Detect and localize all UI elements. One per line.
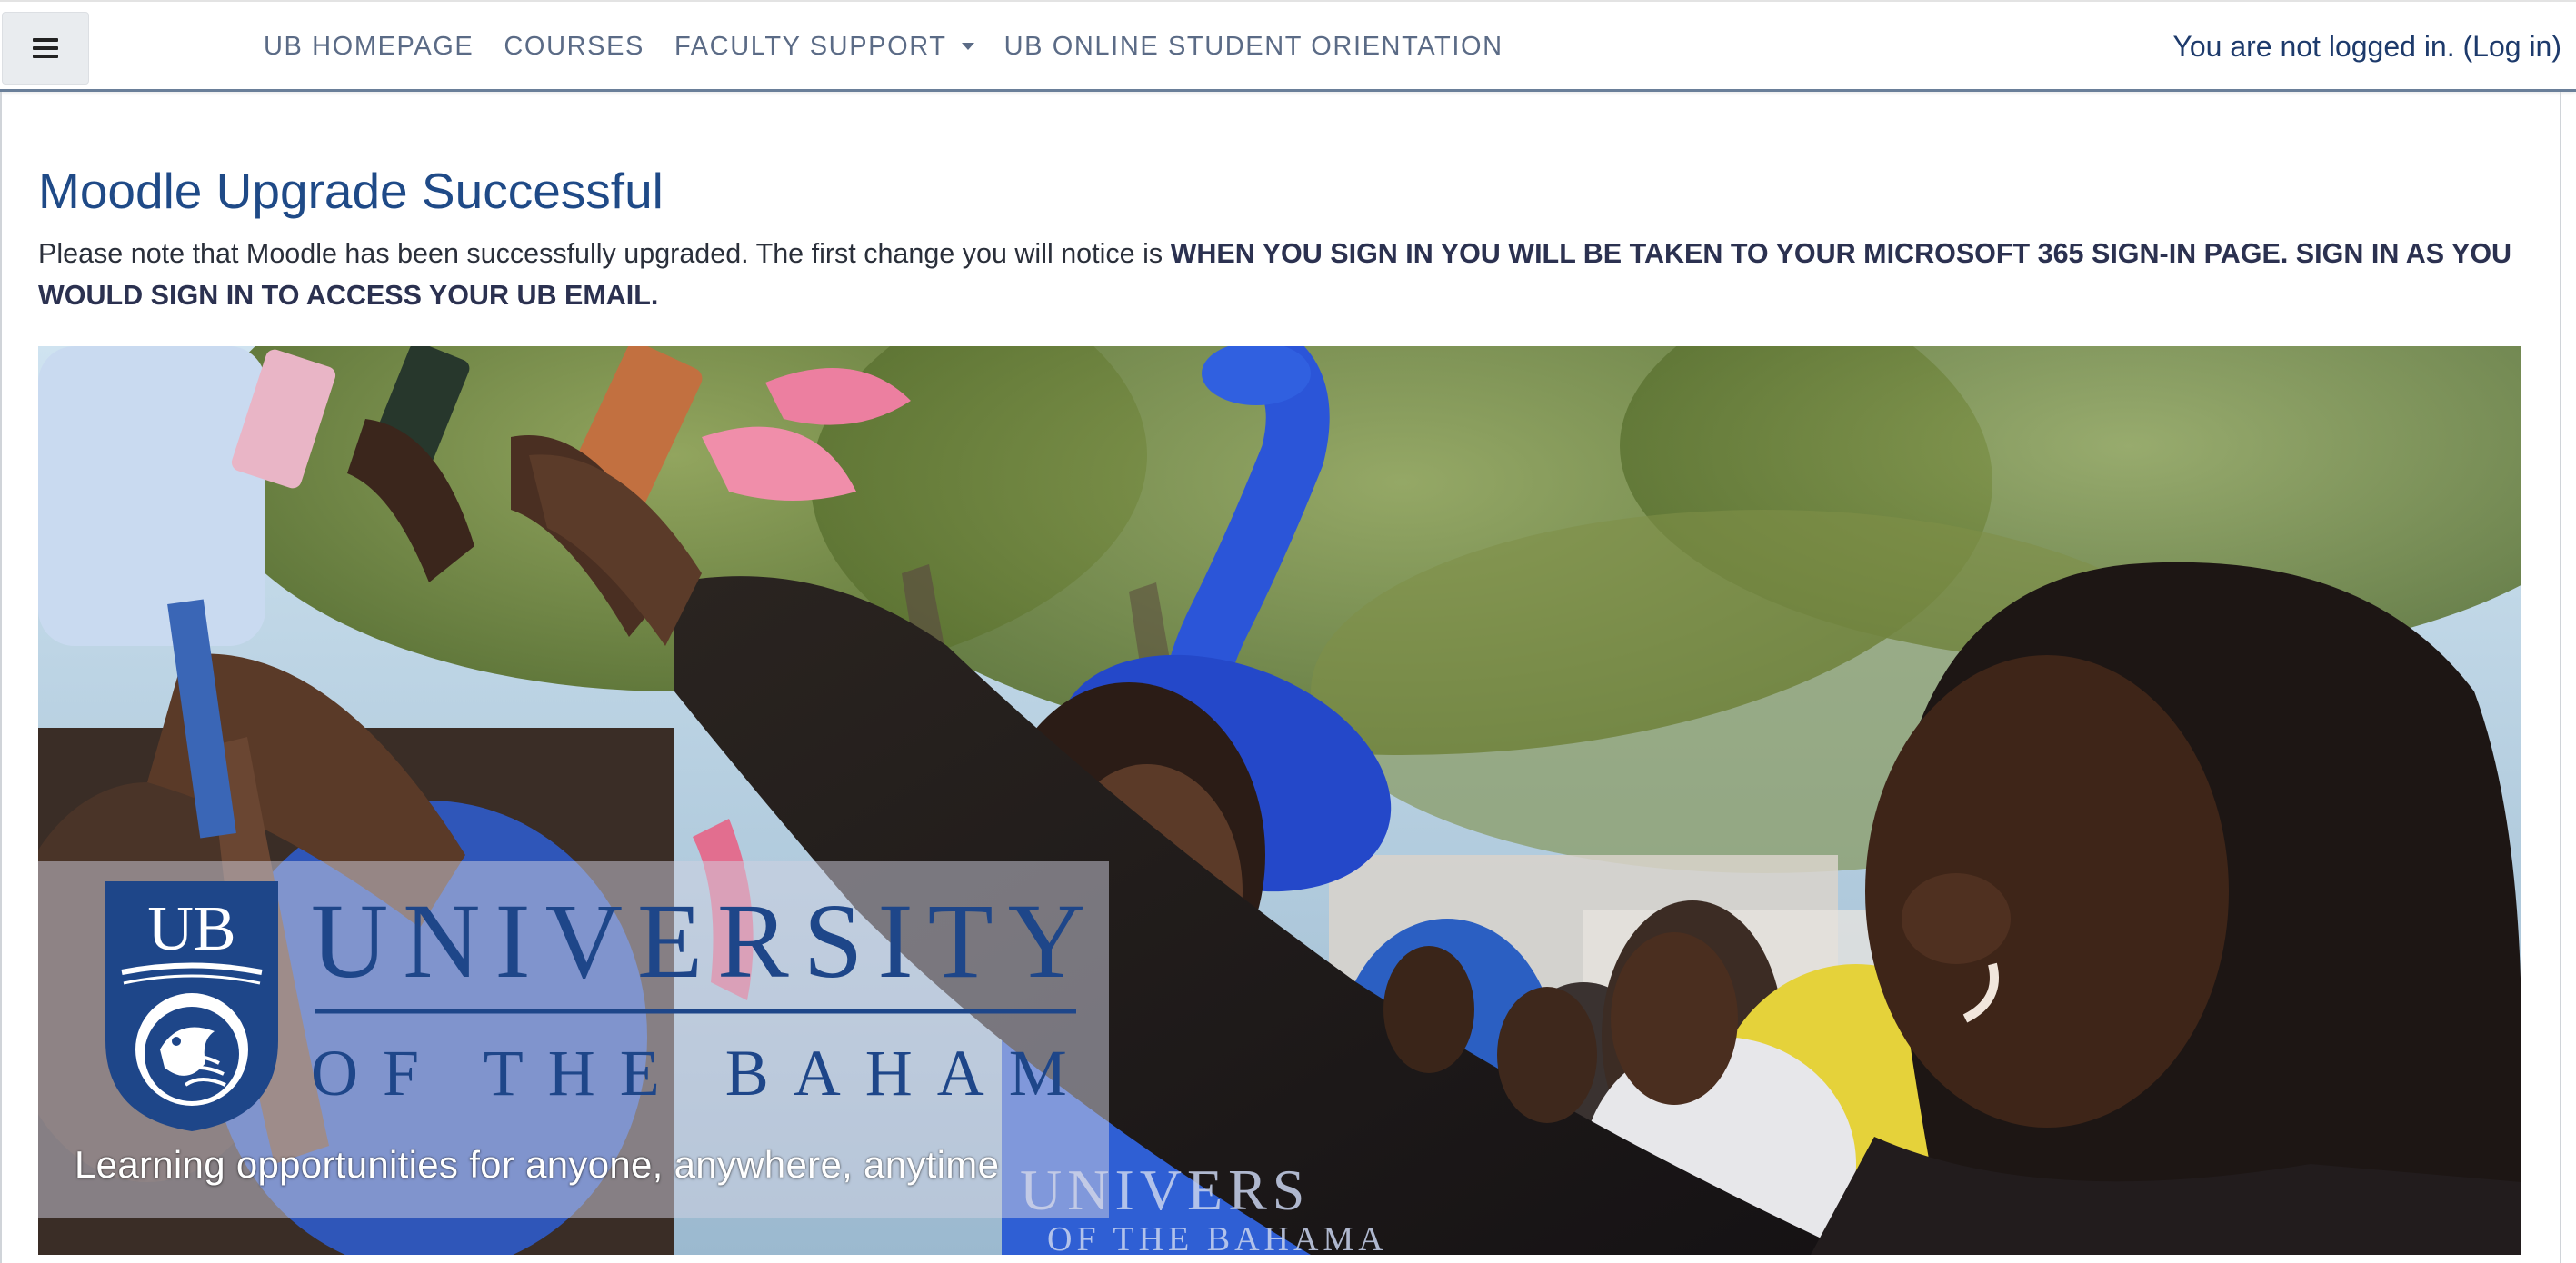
primary-nav: UB HOMEPAGE COURSES FACULTY SUPPORT UB O… <box>264 2 1533 91</box>
nav-link-courses[interactable]: COURSES <box>504 32 644 62</box>
login-status-text: You are not logged in. ( <box>2172 29 2473 63</box>
top-navbar: UB HOMEPAGE COURSES FACULTY SUPPORT UB O… <box>0 0 2576 92</box>
ub-seal-logo: UB <box>105 881 278 1131</box>
logo-overlay-panel: UB UNIVERSITY OF THE BAHAMAS Learning op… <box>38 861 1109 1218</box>
wordmark-line2: OF THE BAHAMAS <box>311 1037 1083 1109</box>
upgrade-notice: Please note that Moodle has been success… <box>38 233 2529 316</box>
nav-link-student-orientation[interactable]: UB ONLINE STUDENT ORIENTATION <box>1004 32 1503 62</box>
wordmark-line1: UNIVERSITY <box>311 890 1083 1000</box>
login-status-suffix: ) <box>2551 29 2561 63</box>
nav-dropdown-label: FACULTY SUPPORT <box>674 31 947 61</box>
login-link[interactable]: Log in <box>2472 30 2551 64</box>
hero-banner: UNIVERS OF THE BAHAMA UB UNIVERSITY OF T… <box>38 346 2521 1255</box>
banner-tagline: Learning opportunities for anyone, anywh… <box>75 1143 1000 1186</box>
login-info: You are not logged in. (Log in) <box>2172 2 2561 91</box>
university-wordmark: UNIVERSITY OF THE BAHAMAS <box>311 890 1083 1109</box>
caret-down-icon <box>961 43 974 50</box>
hamburger-icon <box>33 38 58 58</box>
svg-text:UB: UB <box>147 894 235 964</box>
page-title: Moodle Upgrade Successful <box>38 163 664 219</box>
nav-link-ub-homepage[interactable]: UB HOMEPAGE <box>264 32 474 62</box>
drawer-toggle-button[interactable] <box>2 12 89 85</box>
svg-text:OF THE BAHAMA: OF THE BAHAMA <box>1047 1220 1388 1255</box>
nav-dropdown-faculty-support[interactable]: FACULTY SUPPORT <box>674 32 974 62</box>
notice-text: Please note that Moodle has been success… <box>38 238 1171 269</box>
